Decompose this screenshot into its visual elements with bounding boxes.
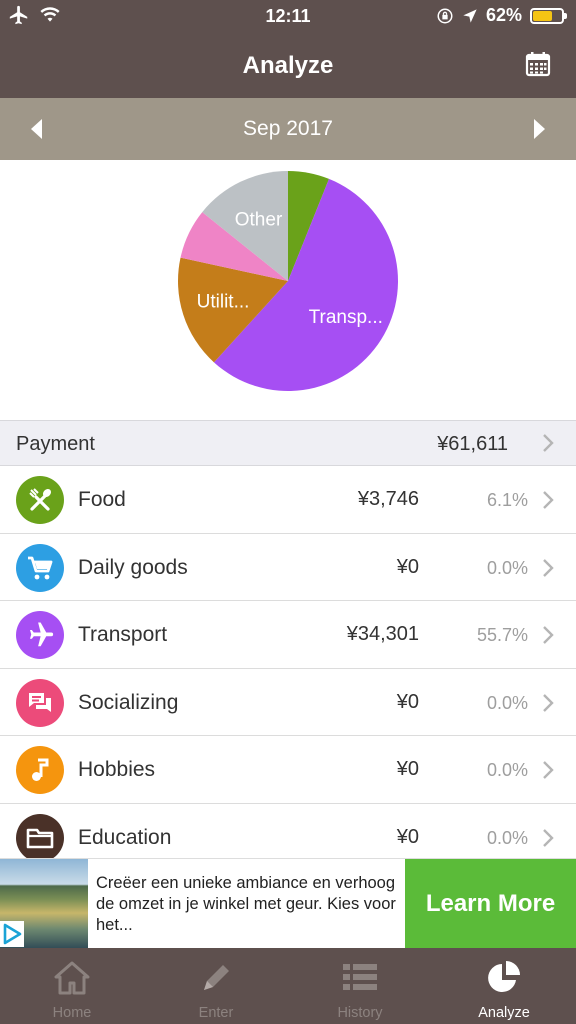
status-bar: 12:11 62% — [0, 0, 576, 34]
pencil-icon — [204, 965, 229, 990]
battery-fill — [533, 10, 552, 21]
category-name: Hobbies — [78, 758, 156, 781]
tab-home[interactable]: Home — [0, 948, 144, 1024]
category-row-hobbies[interactable]: Hobbies ¥0 0.0% — [0, 736, 576, 804]
pie-slice-label: Other — [235, 209, 283, 230]
category-list: Food ¥3,746 6.1% Daily goods ¥0 0.0% Tra… — [0, 466, 576, 871]
nav-bar: Analyze — [0, 34, 576, 98]
category-row-socializing[interactable]: Socializing ¥0 0.0% — [0, 668, 576, 736]
category-percent: 6.1% — [486, 490, 528, 510]
tab-label: Home — [52, 1005, 92, 1021]
ad-text[interactable]: Creëer een unieke ambiance en verhoog de… — [96, 873, 396, 936]
category-name: Education — [78, 825, 172, 849]
chevron-right-icon — [543, 434, 554, 452]
payment-header[interactable]: Payment ¥61,611 — [0, 420, 576, 466]
tab-history[interactable]: History — [288, 948, 432, 1024]
tab-label: History — [337, 1005, 383, 1021]
pie-slice-label: Transp... — [309, 307, 383, 328]
chevron-right-icon — [543, 761, 554, 779]
tab-label: Analyze — [478, 1005, 530, 1021]
category-amount: ¥3,746 — [357, 488, 419, 510]
payment-amount: ¥61,611 — [437, 433, 508, 455]
pie-chart-svg: Transp... Utilit... Other — [178, 171, 398, 391]
ad-banner[interactable]: Creëer een unieke ambiance en verhoog de… — [0, 858, 576, 949]
payment-label: Payment — [16, 433, 95, 455]
category-amount: ¥0 — [396, 825, 419, 848]
category-row-transport[interactable]: Transport ¥34,301 55.7% — [0, 601, 576, 669]
category-percent: 0.0% — [486, 557, 528, 578]
category-amount: ¥34,301 — [346, 623, 419, 645]
battery-percent: 62% — [485, 5, 522, 25]
category-name: Food — [78, 488, 126, 511]
category-percent: 0.0% — [486, 760, 528, 780]
chevron-right-icon — [543, 828, 554, 847]
orientation-lock-icon — [437, 8, 453, 23]
category-amount: ¥0 — [396, 555, 419, 578]
tab-label: Enter — [198, 1005, 234, 1021]
page-title: Analyze — [242, 52, 334, 79]
category-row-daily-goods[interactable]: Daily goods ¥0 0.0% — [0, 533, 576, 601]
month-selector: Sep 2017 — [0, 98, 576, 160]
cart-icon — [16, 543, 64, 592]
pie-chart-icon — [488, 961, 520, 992]
category-amount: ¥0 — [396, 758, 419, 780]
pie-chart[interactable]: Transp... Utilit... Other — [0, 160, 576, 420]
adchoices-icon[interactable] — [0, 921, 24, 947]
chat-icon — [16, 678, 64, 727]
home-icon — [54, 961, 90, 995]
tab-analyze[interactable]: Analyze — [432, 948, 576, 1024]
chevron-right-icon — [543, 491, 554, 509]
music-note-icon — [16, 746, 64, 794]
location-icon — [463, 8, 477, 23]
chevron-right-icon — [543, 558, 554, 577]
airplane-icon — [16, 611, 64, 659]
next-month-arrow-icon[interactable] — [530, 118, 548, 140]
category-percent: 0.0% — [486, 692, 528, 713]
category-name: Socializing — [78, 690, 179, 714]
category-name: Daily goods — [78, 555, 188, 579]
calendar-icon[interactable] — [524, 50, 552, 78]
battery-icon — [530, 7, 567, 24]
category-row-food[interactable]: Food ¥3,746 6.1% — [0, 466, 576, 534]
category-percent: 55.7% — [476, 625, 528, 645]
list-icon — [343, 964, 377, 990]
chevron-right-icon — [543, 693, 554, 712]
category-amount: ¥0 — [396, 690, 419, 713]
pie-slice-label: Utilit... — [197, 292, 250, 313]
tab-bar: Home Enter History Analyze — [0, 948, 576, 1024]
category-percent: 0.0% — [486, 827, 528, 848]
tab-enter[interactable]: Enter — [144, 948, 288, 1024]
category-name: Transport — [78, 623, 168, 646]
status-right: 62% — [436, 5, 567, 26]
ad-learn-more-button[interactable]: Learn More — [405, 859, 576, 949]
chevron-right-icon — [543, 626, 554, 644]
fork-knife-icon — [16, 476, 64, 524]
month-label: Sep 2017 — [243, 117, 333, 140]
folder-icon — [16, 813, 64, 862]
